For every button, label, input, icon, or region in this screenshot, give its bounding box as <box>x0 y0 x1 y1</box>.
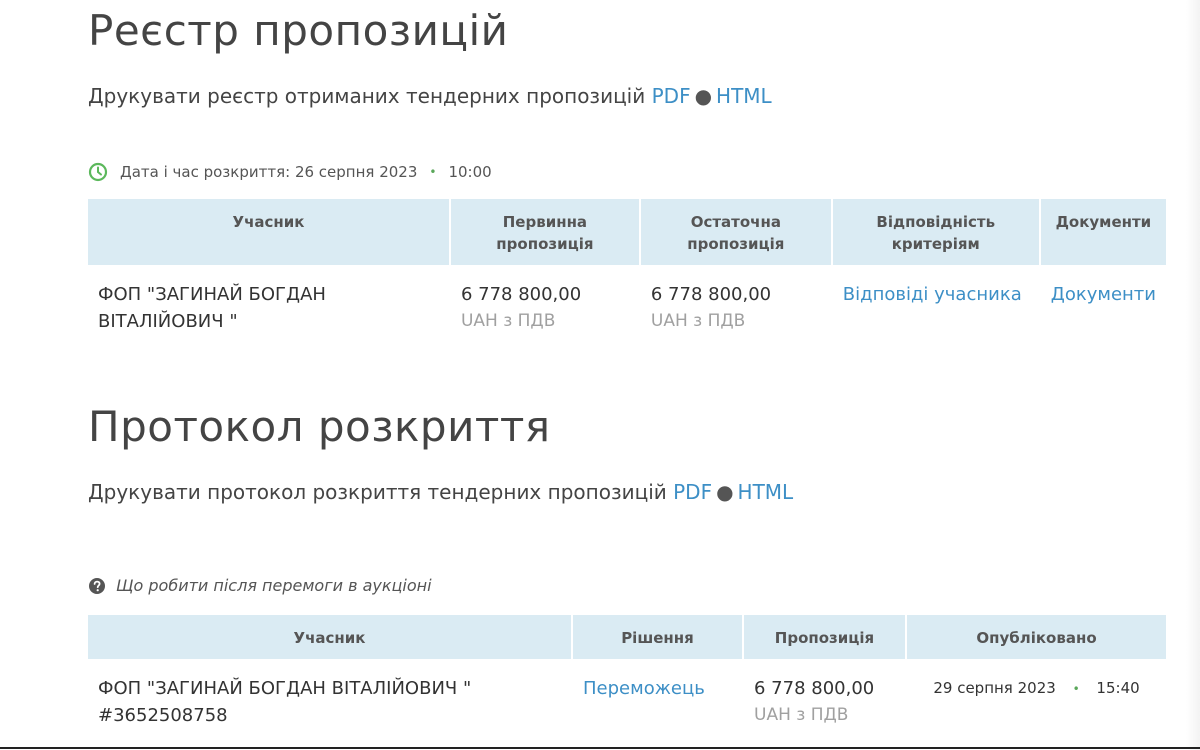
published-date: 29 серпня 2023 <box>933 679 1056 697</box>
offer-amount: 6 778 800,00 <box>754 678 875 699</box>
protocol-print-line: Друкувати протокол розкриття тендерних п… <box>88 480 793 504</box>
protocol-table: Учасник Рішення Пропозиція Опубліковано … <box>86 615 1168 729</box>
help-line[interactable]: Що робити після перемоги в аукціоні <box>88 576 432 595</box>
protocol-print-text: Друкувати протокол розкриття тендерних п… <box>88 480 667 504</box>
opening-label: Дата і час розкриття: 26 серпня 2023 <box>120 163 418 181</box>
question-icon <box>88 577 106 595</box>
final-offer-currency: UAH з ПДВ <box>650 311 746 331</box>
help-text[interactable]: Що робити після перемоги в аукціоні <box>116 576 432 595</box>
documents-link[interactable]: Документи <box>1051 284 1156 305</box>
col-header-participant: Учасник <box>88 199 449 265</box>
participant-id: #3652508758 <box>98 705 228 726</box>
col-header-final-offer-label: Остаточна пропозиція <box>687 213 785 253</box>
col-header-decision: Рішення <box>573 615 742 659</box>
participant-name: ФОП "ЗАГИНАЙ БОГДАН ВІТАЛІЙОВИЧ " <box>98 678 472 699</box>
separator-dot: • <box>1072 682 1080 696</box>
opening-datetime: Дата і час розкриття: 26 серпня 2023 • 1… <box>88 162 492 182</box>
final-offer-amount: 6 778 800,00 <box>650 284 772 305</box>
separator-dot: ● <box>716 480 734 504</box>
criteria-cell: Відповіді учасника <box>833 265 1039 335</box>
offer-currency: UAH з ПДВ <box>754 705 849 725</box>
separator-dot: ● <box>694 84 713 108</box>
initial-offer-currency: UAH з ПДВ <box>460 311 556 331</box>
registry-print-line: Друкувати реєстр отриманих тендерних про… <box>88 84 772 108</box>
decision-cell: Переможець <box>573 659 742 729</box>
col-header-offer: Пропозиція <box>744 615 905 659</box>
published-cell: 29 серпня 2023 • 15:40 <box>907 659 1166 729</box>
protocol-html-link[interactable]: HTML <box>738 480 794 504</box>
col-header-documents: Документи <box>1040 199 1166 265</box>
page-edge-shadow <box>1186 0 1200 750</box>
protocol-pdf-link[interactable]: PDF <box>673 480 712 504</box>
initial-offer: 6 778 800,00 UAH з ПДВ <box>451 265 639 335</box>
col-header-criteria-label: Відповідність критеріям <box>876 213 996 253</box>
table-row: ФОП "ЗАГИНАЙ БОГДАН ВІТАЛІЙОВИЧ " #36525… <box>88 659 1166 729</box>
participant-answers-link[interactable]: Відповіді учасника <box>843 284 1022 305</box>
col-header-initial-offer-label: Первинна пропозиція <box>496 213 594 253</box>
registry-pdf-link[interactable]: PDF <box>652 84 691 108</box>
clock-icon <box>88 162 108 182</box>
offer-cell: 6 778 800,00 UAH з ПДВ <box>744 659 905 729</box>
registry-table: Учасник Первинна пропозиція Остаточна пр… <box>86 199 1168 335</box>
winner-link[interactable]: Переможець <box>583 678 705 699</box>
final-offer: 6 778 800,00 UAH з ПДВ <box>641 265 831 335</box>
participant-name: ФОП "ЗАГИНАЙ БОГДАН ВІТАЛІЙОВИЧ " <box>88 265 449 335</box>
published-time: 15:40 <box>1096 679 1140 697</box>
participant-cell: ФОП "ЗАГИНАЙ БОГДАН ВІТАЛІЙОВИЧ " #36525… <box>88 659 571 729</box>
col-header-criteria: Відповідність критеріям <box>832 199 1039 265</box>
registry-html-link[interactable]: HTML <box>716 84 772 108</box>
initial-offer-amount: 6 778 800,00 <box>460 284 582 305</box>
col-header-final-offer: Остаточна пропозиція <box>640 199 831 265</box>
table-row: ФОП "ЗАГИНАЙ БОГДАН ВІТАЛІЙОВИЧ " 6 778 … <box>88 265 1166 335</box>
documents-cell: Документи <box>1041 265 1166 335</box>
registry-title: Реєстр пропозицій <box>88 6 509 55</box>
registry-print-text: Друкувати реєстр отриманих тендерних про… <box>88 84 646 108</box>
opening-time: 10:00 <box>448 163 492 181</box>
col-header-published: Опубліковано <box>907 615 1166 659</box>
col-header-initial-offer: Первинна пропозиція <box>450 199 639 265</box>
separator-dot: • <box>429 165 437 179</box>
participant-name-text: ФОП "ЗАГИНАЙ БОГДАН ВІТАЛІЙОВИЧ " <box>98 284 326 332</box>
bottom-divider <box>0 747 1200 749</box>
col-header-participant: Учасник <box>88 615 571 659</box>
protocol-title: Протокол розкриття <box>88 402 551 451</box>
